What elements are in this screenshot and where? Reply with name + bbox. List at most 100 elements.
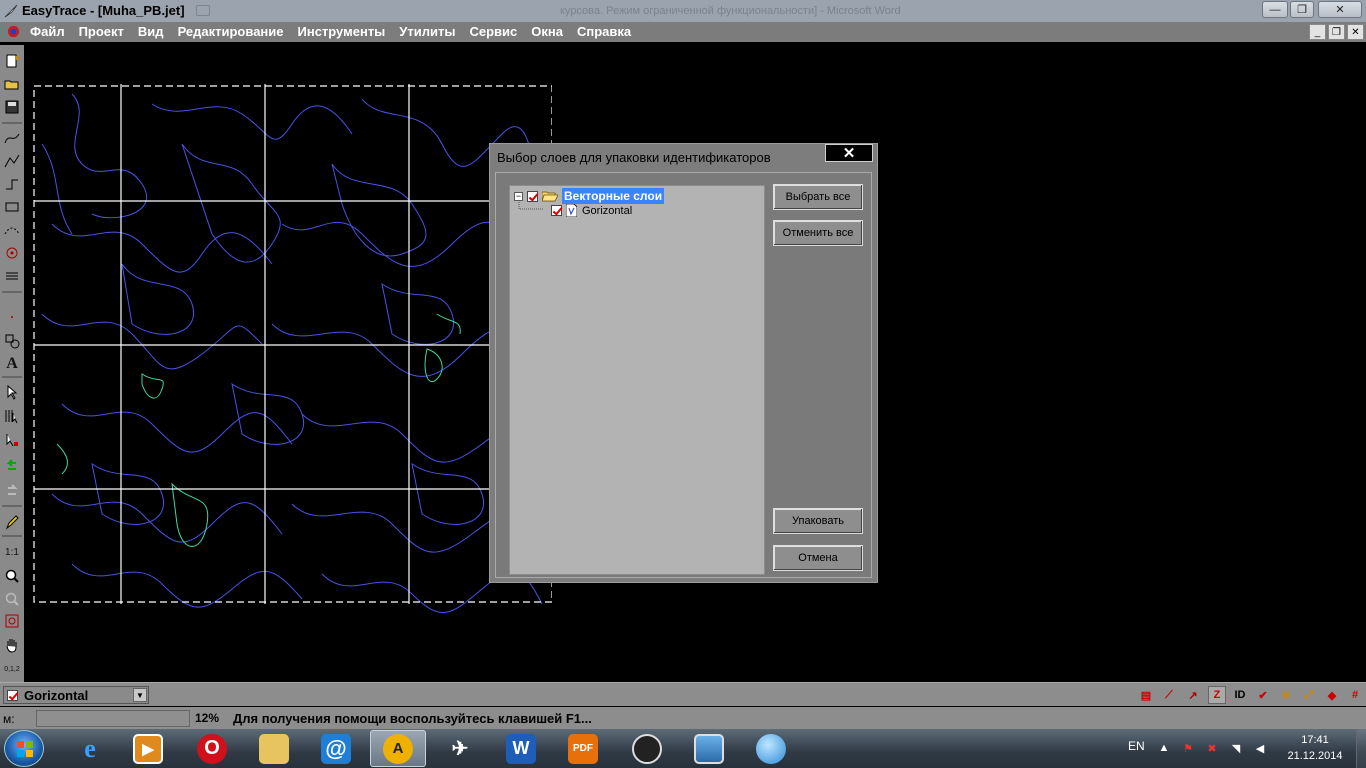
chevron-up-icon[interactable]: ▲: [1157, 741, 1171, 755]
hatch-lines-icon: [6, 272, 18, 280]
nodes-tool[interactable]: ✳: [1277, 686, 1295, 704]
mdi-restore-button[interactable]: ❐: [1328, 24, 1345, 40]
save-button[interactable]: [2, 97, 22, 117]
taskbar-internet-explorer[interactable]: e: [62, 730, 118, 767]
magnifier-icon: [5, 569, 19, 583]
clock-time[interactable]: 17:41: [1285, 734, 1345, 746]
grid-tool[interactable]: #: [1346, 686, 1364, 704]
symbol-button[interactable]: [2, 331, 22, 351]
pack-identifiers-dialog: Выбор слоев для упаковки идентификаторов…: [489, 143, 878, 583]
menu-tools[interactable]: Инструменты: [298, 24, 386, 39]
network-icon[interactable]: ◥: [1229, 741, 1243, 755]
taskbar-globe-browser[interactable]: [743, 730, 799, 767]
opera-icon: O: [197, 733, 227, 764]
toolbar-separator: [2, 505, 22, 507]
taskbar-media-player[interactable]: ▶: [120, 730, 176, 767]
menu-edit[interactable]: Редактирование: [178, 24, 284, 39]
z-value-tool[interactable]: Z: [1208, 686, 1226, 704]
single-point-button[interactable]: [2, 307, 22, 327]
pack-button[interactable]: Упаковать: [773, 508, 863, 534]
redo-button[interactable]: [2, 481, 22, 501]
dialog-close-button[interactable]: ✕: [825, 144, 873, 162]
tree-connector: [518, 200, 544, 210]
draw-polyline-button[interactable]: [2, 151, 22, 171]
select-button[interactable]: [2, 382, 22, 402]
draw-arc-button[interactable]: [2, 220, 22, 240]
new-project-button[interactable]: [2, 51, 22, 71]
left-toolbar: A 1:1 0,1,2: [0, 45, 24, 682]
draw-orthogonal-button[interactable]: [2, 174, 22, 194]
taskbar-mail-agent[interactable]: @: [308, 730, 364, 767]
minimize-icon: _: [1314, 26, 1321, 38]
start-button[interactable]: [4, 730, 44, 767]
menu-help[interactable]: Справка: [577, 24, 631, 39]
numbers-button[interactable]: 0,1,2: [2, 659, 22, 679]
taskbar-microsoft-word[interactable]: W: [493, 730, 549, 767]
snap-tool[interactable]: ⤢: [1300, 686, 1318, 704]
mdi-close-button[interactable]: ✕: [1347, 24, 1364, 40]
pencil-button[interactable]: [2, 512, 22, 532]
language-indicator[interactable]: EN: [1128, 739, 1145, 753]
select-node-button[interactable]: [2, 430, 22, 450]
text-tool-button[interactable]: A: [2, 354, 22, 374]
minimize-button[interactable]: —: [1262, 1, 1288, 18]
draw-curve-button[interactable]: [2, 128, 22, 148]
multi-select-button[interactable]: [2, 406, 22, 426]
select-all-button[interactable]: Выбрать все: [773, 184, 863, 210]
taskbar-opera[interactable]: O: [184, 730, 240, 767]
show-desktop-button[interactable]: [1356, 729, 1366, 768]
draw-point-button[interactable]: [2, 243, 22, 263]
arrow-cursor-icon: [7, 384, 18, 400]
layer-visible-checkbox[interactable]: [7, 689, 18, 701]
media-player-icon: ▶: [133, 733, 163, 764]
rectangle-icon: [5, 202, 19, 212]
deselect-all-button[interactable]: Отменить все: [773, 220, 863, 246]
taskbar-obs-circle[interactable]: [619, 730, 675, 767]
contour-lines-green: [56, 313, 461, 547]
line-check-tool[interactable]: ⟋: [1160, 686, 1178, 704]
action-center-icon[interactable]: ⚑: [1181, 741, 1195, 755]
id-tool[interactable]: ID: [1231, 686, 1249, 704]
chevron-down-icon[interactable]: ▼: [133, 688, 147, 702]
menu-project[interactable]: Проект: [79, 24, 124, 39]
coordinate-label: м:: [3, 712, 15, 726]
taskbar-photo-viewer[interactable]: [681, 730, 737, 767]
menu-service[interactable]: Сервис: [469, 24, 517, 39]
taskbar-pdf-reader[interactable]: PDF: [555, 730, 611, 767]
zoom-button[interactable]: [2, 566, 22, 586]
menu-windows[interactable]: Окна: [531, 24, 563, 39]
security-icon[interactable]: ✖: [1205, 741, 1219, 755]
taskbar-easytrace[interactable]: A: [370, 730, 426, 767]
direction-tool[interactable]: ↗: [1184, 686, 1202, 704]
cancel-button[interactable]: Отмена: [773, 545, 863, 571]
taskbar-paper-plane-app[interactable]: ✈: [432, 730, 488, 767]
hatch-button[interactable]: [2, 266, 22, 286]
undo-button[interactable]: [2, 457, 22, 477]
gorizontal-checkbox[interactable]: [551, 205, 562, 216]
taskbar-file-explorer[interactable]: [246, 730, 302, 767]
menu-view[interactable]: Вид: [138, 24, 164, 39]
check-tool[interactable]: ✔: [1254, 686, 1272, 704]
attributes-tool[interactable]: ▤: [1137, 686, 1155, 704]
current-layer-select[interactable]: Gorizontal ▼: [3, 686, 149, 704]
abc-icon: ▤: [1140, 689, 1152, 702]
close-window-button[interactable]: ✕: [1318, 1, 1362, 18]
zoom-out-button[interactable]: [2, 589, 22, 609]
volume-icon[interactable]: ◀: [1253, 741, 1267, 755]
tree-node-gorizontal[interactable]: Gorizontal: [551, 204, 632, 217]
clock-date[interactable]: 21.12.2014: [1282, 750, 1348, 762]
pan-button[interactable]: [2, 635, 22, 655]
contour-map[interactable]: [32, 84, 552, 624]
scale-one-button[interactable]: 1:1: [2, 542, 22, 562]
dialog-title: Выбор слоев для упаковки идентификаторов: [497, 150, 771, 165]
open-button[interactable]: [2, 74, 22, 94]
menu-utilities[interactable]: Утилиты: [399, 24, 455, 39]
menu-file[interactable]: Файл: [30, 24, 65, 39]
zoom-extents-button[interactable]: [2, 611, 22, 631]
draw-rectangle-button[interactable]: [2, 197, 22, 217]
mdi-minimize-button[interactable]: _: [1309, 24, 1326, 40]
marker-tool[interactable]: ◆: [1323, 686, 1341, 704]
maximize-button[interactable]: ❐: [1290, 1, 1314, 18]
toolbar-separator: [2, 535, 22, 537]
document-menu-icon[interactable]: [6, 24, 21, 39]
